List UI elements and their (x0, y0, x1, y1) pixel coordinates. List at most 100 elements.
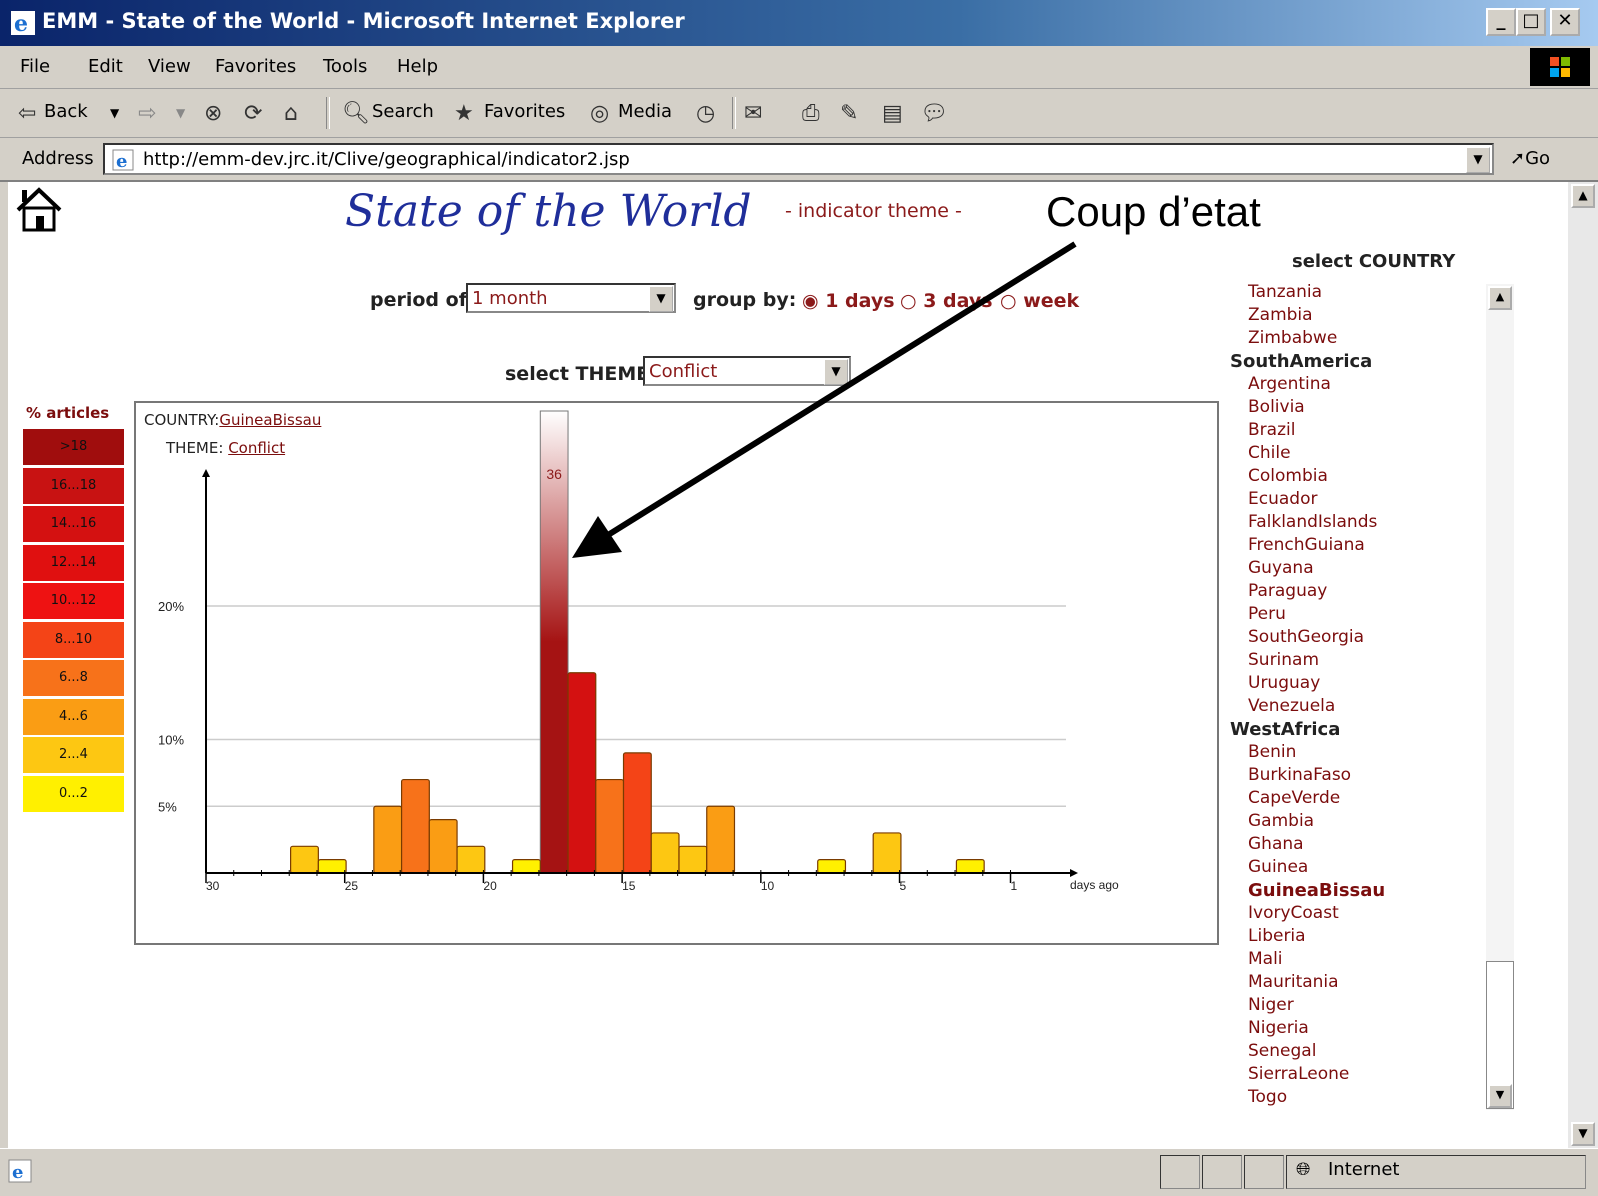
bar (678, 845, 708, 874)
messenger-icon[interactable]: 💬︎ (920, 101, 948, 126)
go-button[interactable]: ➚Go (1510, 148, 1550, 169)
country-item[interactable]: GuineaBissau (1248, 880, 1385, 901)
x-tick-label: 15 (622, 879, 636, 893)
country-item[interactable]: Gambia (1248, 811, 1314, 831)
legend-item: 16...18 (22, 466, 125, 505)
x-tick-label: 1 (1011, 879, 1018, 893)
address-input[interactable]: e http://emm-dev.jrc.it/Clive/geographic… (103, 143, 1494, 175)
country-item[interactable]: Uruguay (1248, 673, 1320, 693)
country-item[interactable]: Chile (1248, 443, 1291, 463)
country-item[interactable]: Guyana (1248, 558, 1314, 578)
country-item[interactable]: Senegal (1248, 1041, 1316, 1061)
country-item[interactable]: Guinea (1248, 857, 1308, 877)
country-item[interactable]: Surinam (1248, 650, 1319, 670)
menu-file[interactable]: File (20, 56, 50, 77)
country-item[interactable]: Ecuador (1248, 489, 1317, 509)
toolbar: ⇦ Back ▼ ⇨ ▼ ⊗ ⟳ ⌂ 🔍︎ Search ★ Favorites… (0, 89, 1598, 138)
region-heading: SouthAmerica (1230, 351, 1373, 372)
x-tick-label: 20 (483, 879, 497, 893)
search-button[interactable]: Search (372, 101, 434, 122)
scroll-up-icon[interactable]: ▲ (1488, 286, 1512, 310)
country-item[interactable]: Bolivia (1248, 397, 1305, 417)
bar (650, 832, 680, 874)
forward-arrow-icon[interactable]: ⇨ (138, 101, 156, 126)
legend-item: 2...4 (22, 736, 125, 774)
country-item[interactable]: Zimbabwe (1248, 328, 1337, 348)
country-item[interactable]: FrenchGuiana (1248, 535, 1365, 555)
ie-logo-icon: e (11, 11, 35, 36)
media-button[interactable]: Media (618, 101, 672, 122)
country-item[interactable]: Brazil (1248, 420, 1295, 440)
country-item[interactable]: Nigeria (1248, 1018, 1309, 1038)
page-subtitle: - indicator theme - (785, 200, 962, 222)
scroll-down-icon[interactable]: ▼ (1488, 1084, 1512, 1108)
favorites-icon[interactable]: ★ (454, 101, 474, 126)
refresh-icon[interactable]: ⟳ (244, 101, 262, 126)
menu-edit[interactable]: Edit (88, 56, 123, 77)
legend-item: >18 (22, 428, 125, 466)
country-item[interactable]: Venezuela (1248, 696, 1335, 716)
country-item[interactable]: SierraLeone (1248, 1064, 1349, 1084)
country-item[interactable]: Mali (1248, 949, 1283, 969)
print-icon[interactable]: ⎙ (802, 101, 820, 126)
country-item[interactable]: Ghana (1248, 834, 1304, 854)
country-item[interactable]: Argentina (1248, 374, 1331, 394)
country-item[interactable]: Peru (1248, 604, 1286, 624)
home-icon[interactable] (14, 186, 64, 232)
country-item[interactable]: Niger (1248, 995, 1294, 1015)
menu-favorites[interactable]: Favorites (215, 56, 296, 77)
back-button[interactable]: Back (44, 101, 88, 122)
country-item[interactable]: Paraguay (1248, 581, 1327, 601)
period-label: period of: (370, 289, 475, 311)
maximize-button[interactable]: □ (1516, 8, 1546, 36)
stop-icon[interactable]: ⊗ (204, 101, 222, 126)
mail-icon[interactable]: ✉ (744, 101, 762, 126)
minimize-button[interactable]: _ (1486, 8, 1516, 36)
address-bar: Address e http://emm-dev.jrc.it/Clive/ge… (0, 138, 1598, 182)
back-arrow-icon[interactable]: ⇦ (18, 101, 36, 126)
toolbar-separator (326, 97, 330, 129)
edit-icon[interactable]: ✎ (840, 101, 858, 126)
menu-tools[interactable]: Tools (323, 56, 367, 77)
status-cell (1160, 1155, 1200, 1189)
country-item[interactable]: IvoryCoast (1248, 903, 1339, 923)
country-item[interactable]: Mauritania (1248, 972, 1339, 992)
country-item[interactable]: Tanzania (1248, 282, 1322, 302)
menu-help[interactable]: Help (397, 56, 438, 77)
y-tick-label: 10% (158, 733, 184, 748)
forward-dropdown-icon[interactable]: ▼ (176, 106, 185, 120)
bar (567, 672, 597, 874)
svg-text:e: e (116, 151, 127, 172)
scroll-up-icon[interactable]: ▲ (1571, 184, 1595, 208)
back-dropdown-icon[interactable]: ▼ (110, 106, 119, 120)
page-icon: e (8, 1159, 32, 1183)
favorites-button[interactable]: Favorites (484, 101, 565, 122)
country-item[interactable]: Liberia (1248, 926, 1306, 946)
country-item[interactable]: SouthGeorgia (1248, 627, 1364, 647)
address-dropdown-icon[interactable]: ▼ (1466, 147, 1490, 173)
close-button[interactable]: ✕ (1550, 8, 1580, 36)
media-icon[interactable]: ◎ (590, 101, 609, 126)
history-icon[interactable]: ◷ (696, 101, 715, 126)
bar (400, 778, 430, 874)
country-item[interactable]: Zambia (1248, 305, 1313, 325)
country-item[interactable]: Togo (1248, 1087, 1287, 1107)
country-list-scrollbar[interactable]: ▲ ▼ (1486, 284, 1514, 1110)
status-bar: e 🌐︎ Internet (0, 1148, 1598, 1196)
home-icon[interactable]: ⌂ (284, 101, 298, 126)
bar (373, 805, 403, 874)
legend-item: 6...8 (22, 659, 125, 697)
country-item[interactable]: Colombia (1248, 466, 1328, 486)
bar (290, 845, 319, 874)
page-scrollbar[interactable]: ▲ ▼ (1568, 182, 1598, 1148)
country-item[interactable]: BurkinaFaso (1248, 765, 1351, 785)
annotation-label: Coup d’etat (1046, 188, 1261, 235)
discuss-icon[interactable]: ▤ (882, 101, 903, 126)
country-item[interactable]: FalklandIslands (1248, 512, 1377, 532)
y-tick-label: 5% (158, 799, 177, 814)
country-item[interactable]: CapeVerde (1248, 788, 1340, 808)
scroll-down-icon[interactable]: ▼ (1571, 1122, 1595, 1146)
search-icon[interactable]: 🔍︎ (342, 101, 370, 126)
menu-view[interactable]: View (148, 56, 191, 77)
country-item[interactable]: Benin (1248, 742, 1296, 762)
